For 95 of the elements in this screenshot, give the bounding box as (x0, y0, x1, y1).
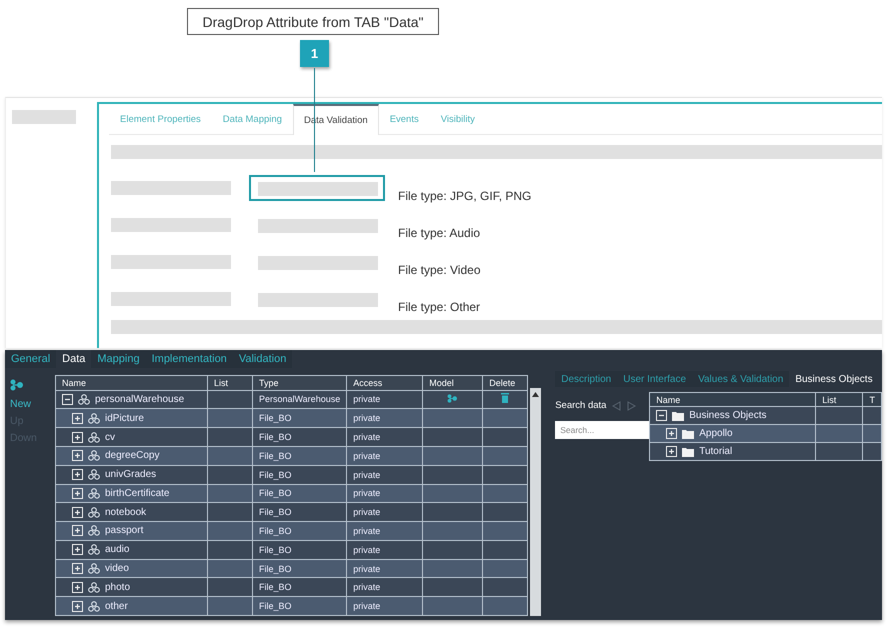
tab[interactable]: Implementation (146, 350, 233, 368)
table-cell: private (346, 596, 423, 616)
cluster-icon (78, 394, 90, 405)
cluster-icon (88, 525, 100, 536)
table-cell: private (346, 446, 423, 466)
table-cell: private (346, 428, 423, 446)
table-cell: File_BO (252, 578, 347, 597)
column-header: List (816, 392, 863, 406)
expand-icon[interactable] (72, 563, 83, 574)
table-cell: private (346, 408, 423, 428)
row-name[interactable]: notebook (105, 506, 146, 518)
table-cell: private (346, 578, 423, 597)
column-header: List (208, 376, 252, 390)
cluster-icon (88, 432, 100, 443)
column-header: Name (650, 392, 816, 406)
table-cell: File_BO (252, 596, 347, 616)
column-header: T (862, 392, 882, 406)
model-icon[interactable] (447, 394, 458, 403)
row-name[interactable]: video (105, 563, 129, 574)
expand-icon[interactable] (72, 525, 83, 536)
expand-icon[interactable] (72, 544, 83, 556)
search-field[interactable]: Search... (555, 421, 650, 439)
collapse-icon[interactable] (656, 410, 668, 421)
table-cell: File_BO (252, 446, 347, 466)
expand-icon[interactable] (666, 428, 678, 439)
row-name[interactable]: passport (105, 525, 144, 536)
callout-label: DragDrop Attribute from TAB "Data" (187, 8, 439, 35)
table-cell: private (346, 559, 423, 578)
cluster-icon (88, 412, 100, 424)
cluster-icon (88, 506, 100, 518)
column-header: Delete (482, 376, 528, 390)
row-name[interactable]: other (105, 600, 128, 612)
expand-icon[interactable] (72, 488, 83, 499)
folder-icon (672, 410, 684, 420)
cluster-icon (88, 582, 100, 593)
tab[interactable]: Description (555, 371, 618, 387)
expand-icon[interactable] (72, 432, 83, 443)
table-cell: File_BO (252, 502, 347, 522)
tab[interactable]: User Interface (617, 371, 692, 387)
expand-icon[interactable] (72, 506, 83, 518)
tab[interactable]: General (5, 350, 56, 368)
table-cell: private (346, 502, 423, 522)
expand-icon[interactable] (666, 446, 678, 457)
row-name[interactable]: cv (105, 432, 115, 443)
folder-icon (682, 446, 694, 456)
column-header: Model (422, 376, 483, 390)
table-cell: private (346, 390, 423, 409)
search-label: Search data (555, 400, 606, 411)
expand-icon[interactable] (72, 450, 83, 462)
table-cell: File_BO (252, 559, 347, 578)
cluster-icon (88, 488, 100, 499)
tab[interactable]: Values & Validation (692, 371, 790, 387)
expand-icon[interactable] (72, 469, 83, 480)
tree-item[interactable]: Tutorial (699, 446, 732, 457)
placeholder-bar (12, 110, 76, 124)
cluster-icon (88, 600, 100, 612)
column-header: Type (252, 376, 347, 390)
column-header: Name (56, 376, 208, 390)
row-name[interactable]: photo (105, 582, 130, 593)
table-cell: File_BO (252, 408, 347, 428)
table-cell: File_BO (252, 540, 347, 560)
table-cell: PersonalWarehouse (252, 390, 347, 409)
model-icon[interactable] (10, 379, 24, 391)
expand-icon[interactable] (72, 600, 83, 612)
scroll-up-icon[interactable] (532, 392, 540, 397)
trash-icon[interactable] (501, 393, 510, 404)
table-cell: private (346, 540, 423, 560)
table-cell: File_BO (252, 465, 347, 484)
row-name[interactable]: audio (105, 544, 130, 556)
scrollbar[interactable] (530, 388, 542, 616)
cluster-icon (88, 563, 100, 574)
expand-icon[interactable] (72, 412, 83, 424)
collapse-icon[interactable] (62, 394, 73, 405)
tree-item[interactable]: Appollo (699, 428, 733, 439)
table-cell: File_BO (252, 484, 347, 503)
hint-text: File type: Audio (398, 226, 480, 240)
tab[interactable]: Validation (232, 350, 292, 368)
step-number: 1 (300, 40, 329, 67)
column-header: Access (346, 376, 423, 390)
expand-icon[interactable] (72, 582, 83, 593)
folder-icon (682, 428, 694, 438)
table-cell: File_BO (252, 522, 347, 540)
tab[interactable]: Mapping (91, 350, 146, 368)
cluster-icon (88, 450, 100, 462)
hint-text: File type: JPG, GIF, PNG (398, 189, 532, 203)
cluster-icon (88, 469, 100, 480)
table-cell: File_BO (252, 428, 347, 446)
action-button[interactable]: New (10, 398, 32, 410)
cluster-icon (88, 544, 100, 556)
hint-text: File type: Video (398, 263, 480, 277)
hint-text: File type: Other (398, 300, 480, 314)
row-name[interactable]: idPicture (105, 412, 144, 424)
table-cell: private (346, 465, 423, 484)
table-cell: private (346, 484, 423, 503)
table-cell: private (346, 522, 423, 540)
